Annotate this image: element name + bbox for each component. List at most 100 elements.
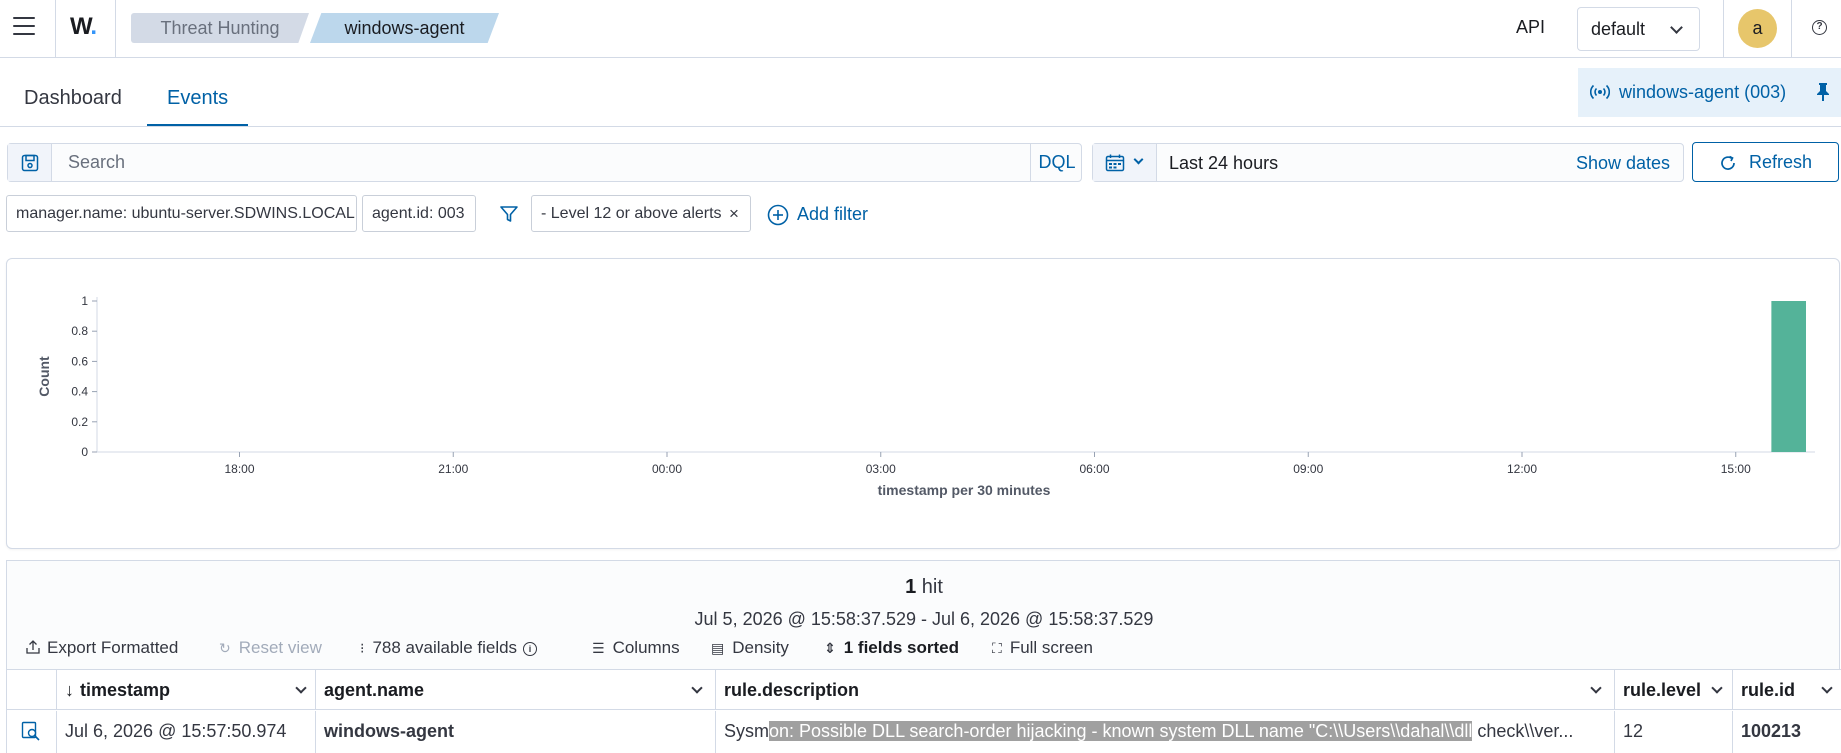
density-label: Density (732, 638, 789, 657)
pinned-agent-badge[interactable]: windows-agent (003) (1578, 68, 1841, 117)
histogram-bar (1771, 301, 1806, 452)
chevron-down-icon[interactable] (1821, 682, 1833, 694)
filter-pill-agent-id[interactable]: agent.id: 003 (362, 195, 476, 232)
column-header-timestamp[interactable]: ↓ timestamp (57, 670, 316, 710)
chevron-down-icon (1133, 154, 1144, 165)
chevron-down-icon[interactable] (1711, 682, 1723, 694)
selected-text: on: Possible DLL search-order hijacking … (769, 721, 1473, 741)
filter-icon[interactable] (499, 204, 519, 224)
cell-agent-name[interactable]: windows-agent (316, 711, 716, 753)
filter-pill-level[interactable]: - Level 12 or above alerts × (531, 195, 751, 232)
column-header-label: rule.description (724, 680, 860, 700)
search-input[interactable] (53, 144, 1030, 181)
cell-timestamp: Jul 6, 2026 @ 15:57:50.974 (57, 711, 316, 753)
results-time-range: Jul 5, 2026 @ 15:58:37.529 - Jul 6, 2026… (694, 609, 1154, 629)
pin-icon[interactable] (1816, 82, 1830, 102)
column-header-rule-level[interactable]: rule.level (1615, 670, 1733, 710)
x-axis-title: timestamp per 30 minutes (878, 482, 1051, 498)
column-header-agent-name[interactable]: agent.name (316, 670, 716, 710)
y-tick-label: 1 (81, 294, 88, 308)
control-column-header (7, 670, 57, 710)
search-bar: DQL (7, 143, 1082, 182)
hits-label: hit (921, 576, 943, 598)
pinned-agent-label: windows-agent (003) (1619, 82, 1787, 102)
cell-rule-id[interactable]: 100213 (1733, 711, 1841, 753)
column-header-rule-id[interactable]: rule.id (1733, 670, 1841, 710)
histogram-chart[interactable]: 0 0.2 0.4 0.6 0.8 1 18:00 21:00 00:00 03:00 06:00 0… (7, 259, 1839, 548)
hits-number: 1 (905, 576, 917, 598)
query-language-button[interactable]: DQL (1030, 144, 1083, 181)
chevron-down-icon[interactable] (1590, 682, 1602, 694)
help-icon[interactable]: ? (1812, 20, 1827, 35)
chevron-down-icon[interactable] (295, 682, 307, 694)
column-header-rule-description[interactable]: rule.description (716, 670, 1615, 710)
divider (1723, 0, 1724, 58)
plus-circle-icon (767, 204, 789, 226)
full-screen-button[interactable]: ⛶ Full screen (992, 638, 1093, 658)
app-logo[interactable]: W. (70, 13, 97, 41)
info-icon[interactable]: i (523, 642, 538, 656)
sorted-label: 1 fields sorted (843, 638, 959, 657)
export-formatted-button[interactable]: Export Formatted (25, 638, 178, 658)
date-range-value[interactable]: Last 24 hours (1169, 153, 1278, 174)
column-header-label: agent.name (324, 680, 425, 700)
x-tick-label: 21:00 (438, 462, 468, 476)
hits-count: 1 hit (7, 576, 1841, 599)
expand-row-cell (7, 711, 57, 753)
table-row: Jul 6, 2026 @ 15:57:50.974 windows-agent… (7, 711, 1841, 753)
y-tick-label: 0.6 (71, 354, 88, 368)
tab-events[interactable]: Events (147, 58, 249, 126)
x-tick-label: 15:00 (1721, 462, 1751, 476)
results-table: ↓ timestamp agent.name rule.description r… (7, 669, 1841, 753)
refresh-button[interactable]: Refresh (1692, 142, 1839, 182)
cell-rule-level: 12 (1615, 711, 1733, 753)
export-label: Export Formatted (47, 638, 179, 657)
add-filter-label: Add filter (797, 204, 869, 224)
desc-text: Sysm (724, 721, 769, 741)
breadcrumb-windows-agent[interactable]: windows-agent (310, 13, 499, 43)
table-density-icon: ▤ (711, 640, 725, 656)
column-header-label: rule.id (1741, 680, 1796, 700)
reset-icon: ↻ (219, 640, 231, 656)
filter-pill-manager[interactable]: manager.name: ubuntu-server.SDWINS.LOCAL (6, 195, 357, 232)
close-icon[interactable]: × (729, 196, 739, 231)
histogram-panel: 0 0.2 0.4 0.6 0.8 1 18:00 21:00 00:00 03:00 06:00 0… (6, 258, 1840, 549)
refresh-label: Refresh (1749, 152, 1813, 172)
sort-down-icon: ↓ (65, 680, 74, 700)
tabs-bar: Dashboard Events windows-agent (003) (0, 58, 1841, 127)
chevron-down-icon[interactable] (691, 682, 703, 694)
x-tick-label: 18:00 (224, 462, 254, 476)
desc-text: check\\ver... (1472, 721, 1574, 741)
divider (115, 0, 116, 58)
menu-icon[interactable] (13, 17, 35, 35)
x-tick-label: 09:00 (1293, 462, 1323, 476)
tab-dashboard[interactable]: Dashboard (4, 58, 142, 126)
density-button[interactable]: ▤ Density (711, 638, 789, 658)
fields-label: 788 available fields (372, 638, 518, 657)
show-dates-button[interactable]: Show dates (1576, 153, 1670, 174)
sort-icon: ⇕ (824, 640, 836, 656)
fields-icon: ⁝ (360, 640, 365, 656)
breadcrumb-threat-hunting[interactable]: Threat Hunting (131, 13, 309, 43)
sort-fields-button[interactable]: ⇕ 1 fields sorted (824, 638, 959, 658)
server-select[interactable]: default (1577, 7, 1700, 51)
x-tick-label: 03:00 (866, 462, 896, 476)
antenna-icon (1590, 84, 1610, 100)
y-axis-title: Count (36, 356, 52, 397)
available-fields-button[interactable]: ⁝ 788 available fields i (360, 638, 538, 658)
export-icon (26, 640, 40, 654)
saved-queries-button[interactable] (8, 144, 52, 181)
reset-label: Reset view (238, 638, 322, 657)
api-label[interactable]: API (1516, 17, 1545, 38)
x-tick-label: 06:00 (1079, 462, 1109, 476)
columns-button[interactable]: ☰ Columns (592, 638, 680, 658)
quick-select-button[interactable] (1093, 144, 1157, 181)
results-panel: 1 hit Jul 5, 2026 @ 15:58:37.529 - Jul 6… (6, 560, 1841, 753)
inspect-icon[interactable] (21, 721, 41, 741)
reset-view-button[interactable]: ↻ Reset view (219, 638, 322, 658)
divider (1791, 0, 1792, 58)
fullscreen-label: Full screen (1009, 638, 1093, 657)
y-tick-label: 0.8 (71, 324, 88, 338)
results-toolbar: Export Formatted ↻ Reset view ⁝ 788 availa… (7, 635, 1841, 665)
avatar[interactable]: a (1738, 9, 1777, 48)
